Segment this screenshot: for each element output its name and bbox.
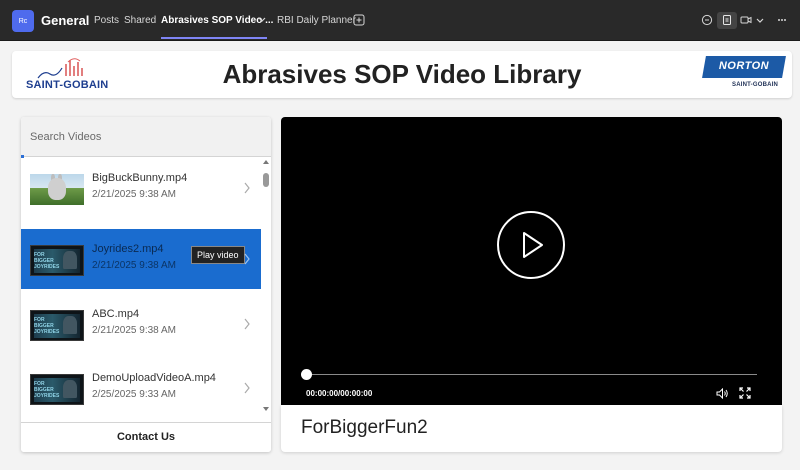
thumbnail-figure xyxy=(63,251,77,269)
time-display: 00:00:00/00:00:00 xyxy=(306,389,373,398)
chevron-right-icon[interactable] xyxy=(243,253,251,265)
video-thumbnail: FOR BIGGER JOYRIDES xyxy=(30,245,84,276)
video-date: 2/21/2025 9:38 AM xyxy=(92,325,176,336)
search-input[interactable] xyxy=(21,117,271,157)
tab-rbi-daily-planner[interactable]: RBI Daily Planner xyxy=(277,15,356,26)
video-date: 2/25/2025 9:33 AM xyxy=(92,389,176,400)
video-thumbnail: FOR BIGGER JOYRIDES xyxy=(30,374,84,405)
video-thumbnail: FOR BIGGER JOYRIDES xyxy=(30,310,84,341)
thumbnail-figure xyxy=(63,316,77,334)
norton-logo-text: NORTON xyxy=(718,60,770,72)
contact-us-button[interactable]: Contact Us xyxy=(21,422,271,452)
chevron-right-icon[interactable] xyxy=(243,318,251,330)
add-tab-icon[interactable] xyxy=(353,14,365,26)
play-icon[interactable] xyxy=(496,210,566,280)
video-thumbnail xyxy=(30,174,84,205)
teams-top-bar: Rc General Posts Shared Abrasives SOP Vi… xyxy=(0,0,800,41)
bunny-figure xyxy=(48,178,66,200)
progress-knob[interactable] xyxy=(301,369,312,380)
list-item[interactable]: FOR BIGGER JOYRIDES DemoUploadVideoA.mp4… xyxy=(21,358,261,418)
list-item[interactable]: BigBuckBunny.mp4 2/21/2025 9:38 AM xyxy=(21,158,261,218)
chevron-right-icon[interactable] xyxy=(243,382,251,394)
video-date: 2/21/2025 9:38 AM xyxy=(92,260,176,271)
active-tab-indicator xyxy=(161,37,267,39)
page-title: Abrasives SOP Video Library xyxy=(222,59,582,89)
video-caption-card: ForBiggerFun2 xyxy=(281,405,782,452)
scroll-down-arrow-icon[interactable] xyxy=(262,406,270,412)
scrollbar-thumb[interactable] xyxy=(263,173,269,187)
team-avatar[interactable]: Rc xyxy=(12,10,34,32)
chevron-right-icon[interactable] xyxy=(243,182,251,194)
norton-logo-subtext: SAINT-GOBAIN xyxy=(732,82,779,88)
video-list: BigBuckBunny.mp4 2/21/2025 9:38 AM FOR B… xyxy=(21,158,261,422)
app-surface: SAINT-GOBAIN Abrasives SOP Video Library… xyxy=(0,41,800,470)
tab-shared[interactable]: Shared xyxy=(124,15,156,26)
channel-name: General xyxy=(41,13,90,28)
progress-track[interactable] xyxy=(306,374,757,375)
list-item[interactable]: FOR BIGGER JOYRIDES ABC.mp4 2/21/2025 9:… xyxy=(21,294,261,354)
list-scrollbar[interactable] xyxy=(261,158,271,422)
list-item-selected[interactable]: FOR BIGGER JOYRIDES Joyrides2.mp4 2/21/2… xyxy=(21,229,261,289)
thumbnail-text: FOR BIGGER JOYRIDES xyxy=(34,381,60,399)
volume-icon[interactable] xyxy=(716,388,729,399)
more-options-icon[interactable] xyxy=(776,14,788,26)
video-name: DemoUploadVideoA.mp4 xyxy=(92,372,216,384)
current-video-title: ForBiggerFun2 xyxy=(301,417,428,438)
thumbnail-figure xyxy=(63,380,77,398)
chevron-down-icon[interactable] xyxy=(754,14,766,26)
scroll-up-arrow-icon[interactable] xyxy=(262,159,270,165)
chevron-down-icon[interactable] xyxy=(257,14,267,24)
thumbnail-text: FOR BIGGER JOYRIDES xyxy=(34,252,60,270)
video-name: BigBuckBunny.mp4 xyxy=(92,172,188,184)
chat-icon[interactable] xyxy=(701,14,713,26)
play-video-tooltip: Play video xyxy=(191,246,245,264)
meeting-notes-icon[interactable] xyxy=(721,14,733,26)
thumbnail-text: FOR BIGGER JOYRIDES xyxy=(34,317,60,335)
search-box xyxy=(21,117,271,157)
video-list-panel: BigBuckBunny.mp4 2/21/2025 9:38 AM FOR B… xyxy=(21,117,271,452)
video-player[interactable]: 00:00:00/00:00:00 xyxy=(281,117,782,405)
video-call-icon[interactable] xyxy=(740,14,752,26)
fullscreen-icon[interactable] xyxy=(739,387,751,399)
header-card: SAINT-GOBAIN Abrasives SOP Video Library… xyxy=(12,51,792,98)
video-name: ABC.mp4 xyxy=(92,308,140,320)
tab-posts[interactable]: Posts xyxy=(94,15,119,26)
video-date: 2/21/2025 9:38 AM xyxy=(92,189,176,200)
video-name: Joyrides2.mp4 xyxy=(92,243,164,255)
